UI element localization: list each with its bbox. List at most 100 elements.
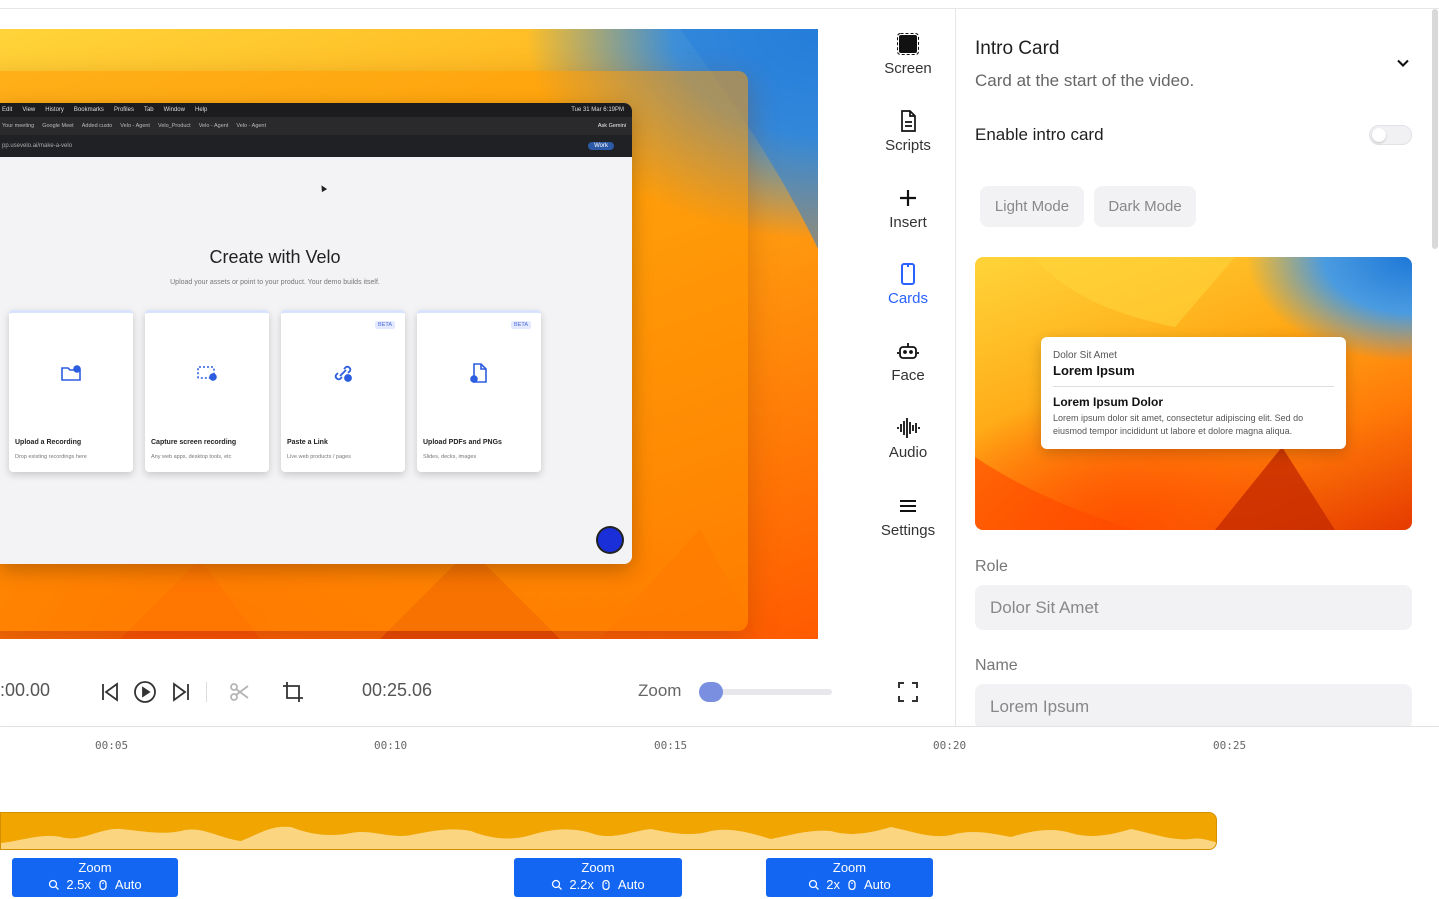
menu-item: View [22,107,36,113]
card-body: Lorem ipsum dolor sit amet, consectetur … [1053,413,1304,436]
role-input[interactable]: Dolor Sit Amet [975,585,1412,630]
browser-window: Edit View History Bookmarks Profiles Tab… [0,103,632,564]
toggle-knob [1372,128,1386,142]
menu-item: Tab [143,107,154,113]
browser-tab: Added custo [81,123,113,129]
zoom-segment[interactable]: Zoom 2x Auto [766,858,933,897]
magnifier-icon [552,879,563,890]
option-cards: Upload a Recording Drop existing recordi… [9,310,541,472]
tool-settings[interactable]: Settings [862,494,954,539]
tool-face[interactable]: Face [862,339,954,384]
beta-badge: BETA [511,321,531,329]
timeline-tick: 00:05 [95,739,129,752]
option-card-title: Upload a Recording [15,439,82,446]
option-card: Upload a Recording Drop existing recordi… [9,310,133,472]
tab-bar: Your meeting Google Meet Added custo Vel… [0,117,632,135]
chevron-down-icon[interactable] [1393,53,1413,73]
tool-label: Insert [889,214,927,231]
name-label: Name [975,657,1018,674]
tool-cards[interactable]: Cards [862,262,954,307]
panel-title: Intro Card [975,38,1060,59]
tool-label: Cards [887,290,928,307]
mouse-cursor-icon [318,183,328,193]
skip-back-icon[interactable] [98,680,122,704]
zoom-slider-thumb[interactable] [699,682,723,702]
zoom-segment-level: 2.5x [66,877,91,892]
file-upload-icon [470,363,487,383]
tool-scripts[interactable]: Scripts [862,109,954,154]
enable-intro-toggle[interactable] [1369,125,1412,145]
timeline-tick: 00:20 [933,739,967,752]
card-name: Lorem Ipsum [1053,363,1135,378]
screen-record-icon [197,366,217,381]
option-card-desc: Drop existing recordings here [15,454,87,460]
robot-face-icon [897,343,919,359]
zoom-segment-mode: Auto [863,877,891,892]
zoom-segment-title: Zoom [581,860,615,875]
zoom-segment-title: Zoom [78,860,112,875]
zoom-segment[interactable]: Zoom 2.5x Auto [12,858,178,897]
browser-tab: Your meeting [2,123,35,129]
timeline-tick: 00:25 [1213,739,1247,752]
duration-time: 00:25.06 [362,680,433,700]
mouse-icon [848,879,856,891]
folder-plus-icon [61,365,81,381]
zoom-segment-title: Zoom [832,860,867,875]
zoom-segment-level: 2x [826,877,840,892]
option-card-desc: Live web products / pages [287,454,351,460]
menu-item: Profiles [113,107,134,113]
screen-icon [897,33,919,55]
video-preview[interactable]: Edit View History Bookmarks Profiles Tab… [0,29,818,639]
menu-item: Help [194,107,208,113]
audio-track[interactable] [0,812,1217,850]
plus-icon [900,190,916,206]
dark-mode-button[interactable]: Dark Mode [1094,186,1196,227]
audio-waveform [1,826,1216,849]
panel-subtitle: Card at the start of the video. [975,71,1195,90]
current-time: :00.00 [0,680,51,700]
tool-audio[interactable]: Audio [862,416,954,461]
page-subheading: Upload your assets or point to your prod… [170,279,380,286]
link-icon [334,365,352,382]
zoom-segment[interactable]: Zoom 2.2x Auto [514,858,682,897]
tool-label: Settings [880,522,936,539]
scissors-icon[interactable] [228,680,252,704]
zoom-label: Zoom [638,681,682,700]
card-role: Dolor Sit Amet [1053,350,1117,361]
zoom-segment-mode: Auto [114,877,142,892]
light-mode-button[interactable]: Light Mode [980,186,1084,227]
fullscreen-icon[interactable] [896,680,920,704]
tool-insert[interactable]: Insert [862,186,954,231]
crop-icon[interactable] [281,680,305,704]
name-input[interactable]: Lorem Ipsum [975,684,1412,726]
beta-badge: BETA [375,321,395,329]
option-card: BETA Upload PDFs and PNGs Slides, decks,… [417,310,541,472]
tool-label: Scripts [885,137,931,154]
option-card-desc: Any web apps, desktop tools, etc [151,454,232,460]
option-card-title: Upload PDFs and PNGs [423,439,502,446]
option-card-desc: Slides, decks, images [423,454,477,460]
url-text: pp.usevelo.ai/make-a-velo [2,143,73,149]
skip-forward-icon[interactable] [169,680,193,704]
tool-screen[interactable]: Screen [862,32,954,77]
role-label: Role [975,558,1008,575]
url-bar: pp.usevelo.ai/make-a-velo Work [0,135,632,157]
magnifier-icon [809,879,820,890]
play-icon[interactable] [133,680,157,704]
recorder-fab-icon [598,528,622,552]
document-icon [901,110,916,132]
intro-card-panel: Intro Card Card at the start of the vide… [956,9,1432,726]
tool-label: Screen [884,60,932,77]
option-card-title: Capture screen recording [151,439,237,446]
browser-tab: Velo_Product [157,123,191,129]
controls-divider [206,682,207,702]
menu-item: Window [163,107,185,113]
menu-bar: Edit View History Bookmarks Profiles Tab… [0,103,632,117]
timeline-tick: 00:15 [654,739,688,752]
intro-card-preview: Dolor Sit Amet Lorem Ipsum Lorem Ipsum D… [975,257,1412,530]
tool-label: Audio [888,444,928,461]
timeline-tick: 00:10 [374,739,408,752]
panel-scrollbar[interactable] [1432,9,1438,249]
browser-tab: Velo - Agent [198,123,229,129]
card-headline: Lorem Ipsum Dolor [1053,395,1164,409]
